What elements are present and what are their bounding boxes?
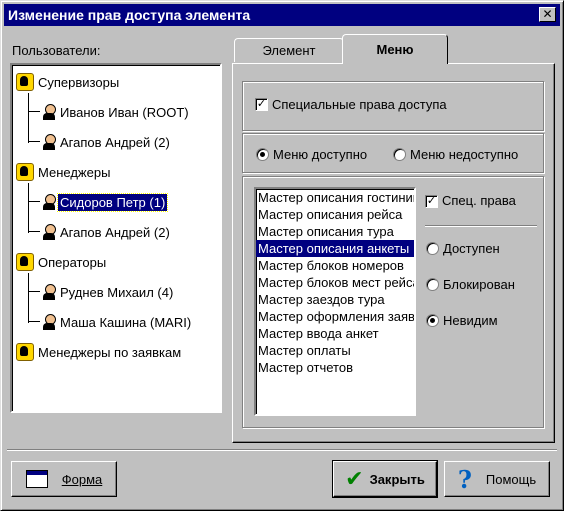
special-rights-checkbox[interactable]: ✓ [255,98,268,111]
tree-item-label: Иванов Иван (ROOT) [60,104,189,120]
tab-label: Элемент [262,43,316,58]
close-button[interactable]: ✔ Закрыть [332,460,438,498]
list-item[interactable]: Мастер описания тура [256,223,414,240]
access-invisible-radio[interactable] [426,314,439,327]
list-item[interactable]: Мастер блоков номеров [256,257,414,274]
list-item[interactable]: Мастер отчетов [256,359,414,376]
list-item[interactable]: Мастер оплаты [256,342,414,359]
access-available-label[interactable]: Доступен [443,241,500,256]
tree-connector [28,183,29,233]
list-item[interactable]: Мастер заездов тура [256,291,414,308]
divider [425,225,537,227]
user-icon [42,193,56,211]
dialog-window: Изменение прав доступа элемента ✕ Пользо… [0,0,564,511]
form-button-label: Форма [61,471,103,487]
tree-connector [28,141,40,142]
tree-item-label: Маша Кашина (MARI) [60,314,192,330]
user-group-icon [16,343,34,361]
tree-connector [28,231,40,232]
user-group-icon [16,253,34,271]
access-invisible-label[interactable]: Невидим [443,313,498,328]
tree-group-supervisors[interactable]: Супервизоры [16,71,121,93]
help-icon: ? [457,464,472,494]
special-rights-label[interactable]: Специальные права доступа [272,97,447,112]
list-item[interactable]: Мастер описания гостиниц [256,189,414,206]
close-icon: ✕ [542,7,553,21]
tree-user[interactable]: Агапов Андрей (2) [42,131,172,153]
list-item[interactable]: Мастер блоков мест рейса [256,274,414,291]
user-group-icon [16,73,34,91]
tree-connector [28,291,40,292]
list-item[interactable]: Мастер описания рейса [256,206,414,223]
menu-unavailable-label[interactable]: Меню недоступно [410,147,518,162]
user-icon [42,103,56,121]
help-button-label: Помощь [485,471,537,487]
tree-user[interactable]: Маша Кашина (MARI) [42,311,193,333]
title-bar[interactable]: Изменение прав доступа элемента ✕ [4,4,560,26]
list-item-selected[interactable]: Мастер описания анкеты [256,240,414,257]
access-available-radio[interactable] [426,242,439,255]
window-icon [25,470,48,488]
list-item[interactable]: Мастер оформления заявки [256,308,414,325]
close-window-button[interactable]: ✕ [539,7,556,22]
user-icon [42,283,56,301]
menu-available-label[interactable]: Меню доступно [273,147,367,162]
tree-user[interactable]: Агапов Андрей (2) [42,221,172,243]
user-icon [42,223,56,241]
tree-item-label: Супервизоры [38,74,120,90]
user-icon [42,133,56,151]
tree-user[interactable]: Руднев Михаил (4) [42,281,175,303]
tree-item-label: Операторы [38,254,107,270]
tree-item-label: Руднев Михаил (4) [60,284,174,300]
window-title: Изменение прав доступа элемента [8,7,251,23]
tree-user-selected[interactable]: Сидоров Петр (1) [42,191,169,213]
users-label: Пользователи: [12,43,101,58]
help-button[interactable]: ? Помощь [444,461,550,497]
spec-rights-checkbox[interactable]: ✓ [425,195,438,208]
user-group-icon [16,163,34,181]
users-tree[interactable]: Супервизоры Иванов Иван (ROOT) Агапов Ан… [10,63,222,413]
tree-item-label: Менеджеры [38,164,111,180]
tree-item-label: Агапов Андрей (2) [60,134,170,150]
menu-unavailable-radio[interactable] [393,148,406,161]
tree-connector [28,321,40,322]
tree-group-request-managers[interactable]: Менеджеры по заявкам [16,341,183,363]
close-button-label: Закрыть [369,471,425,487]
tab-menu[interactable]: Меню [342,34,448,64]
tree-connector [28,201,40,202]
list-item[interactable]: Мастер ввода анкет [256,325,414,342]
tree-user[interactable]: Иванов Иван (ROOT) [42,101,191,123]
tree-group-operators[interactable]: Операторы [16,251,108,273]
user-icon [42,313,56,331]
menu-items-list[interactable]: Мастер описания гостиниц Мастер описания… [254,187,416,416]
form-button[interactable]: Форма [11,461,117,497]
tree-item-label: Сидоров Петр (1) [56,192,169,212]
checkmark-icon: ✔ [345,466,364,491]
access-blocked-radio[interactable] [426,278,439,291]
tree-group-managers[interactable]: Менеджеры [16,161,112,183]
tab-label: Меню [376,42,414,57]
bottom-divider [7,449,557,451]
tree-item-label: Менеджеры по заявкам [38,344,182,360]
spec-rights-label[interactable]: Спец. права [442,193,516,208]
tree-connector [28,93,29,143]
menu-available-radio[interactable] [256,148,269,161]
tree-item-label: Агапов Андрей (2) [60,224,170,240]
tree-connector [28,273,29,323]
tree-connector [28,111,40,112]
access-blocked-label[interactable]: Блокирован [443,277,515,292]
tab-element[interactable]: Элемент [234,38,344,62]
